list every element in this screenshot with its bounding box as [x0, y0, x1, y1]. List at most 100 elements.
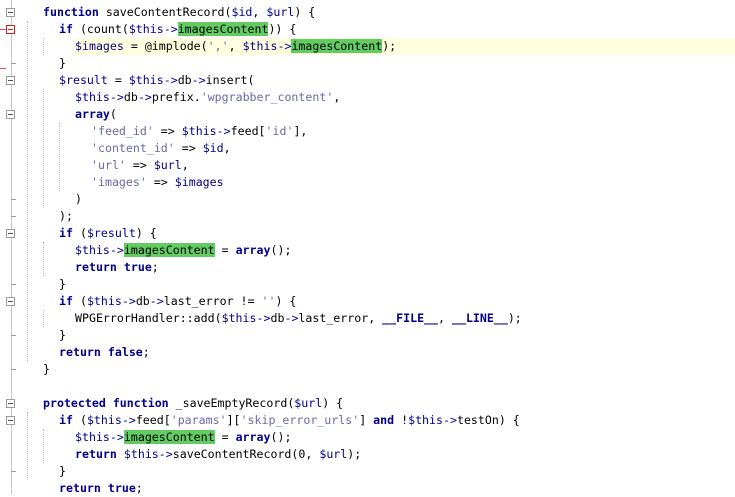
code-line[interactable]: 'url' => $url, — [91, 157, 189, 174]
code-line[interactable]: ) — [75, 191, 82, 208]
code-line[interactable]: $this->imagesContent = array(); — [75, 242, 291, 259]
code-line[interactable]: if ($this->feed['params']['skip_error_ur… — [59, 412, 520, 429]
code-token: -> — [216, 124, 231, 138]
code-line[interactable]: } — [59, 327, 66, 344]
code-line[interactable]: } — [43, 361, 50, 378]
code-token: = — [214, 243, 236, 257]
code-token: $this — [75, 430, 110, 444]
code-token: return — [75, 260, 117, 274]
code-token: $this — [123, 447, 159, 461]
code-token: ; — [135, 481, 143, 495]
code-line[interactable]: return true; — [59, 480, 143, 497]
code-token: true — [107, 481, 136, 495]
code-line[interactable]: } — [59, 55, 66, 72]
code-token: ( — [72, 413, 87, 427]
code-line[interactable]: WPGErrorHandler::add($this->db->last_err… — [75, 310, 522, 327]
code-token: ); — [382, 39, 397, 53]
code-line[interactable]: if ($result) { — [59, 225, 157, 242]
fold-toggle-icon[interactable] — [6, 399, 15, 408]
fold-toggle-icon[interactable] — [6, 297, 15, 306]
code-token: saveContentRecord( — [98, 5, 232, 19]
fold-toggle-icon[interactable] — [6, 416, 15, 425]
code-token: $id — [202, 141, 224, 155]
code-token: if — [59, 294, 73, 308]
fold-end-marker — [11, 216, 16, 217]
code-line[interactable]: 'images' => $images — [91, 174, 224, 191]
code-token: , — [333, 90, 341, 104]
fold-toggle-icon[interactable] — [6, 110, 15, 119]
code-token: feed[ — [230, 124, 266, 138]
code-token: ; — [142, 345, 150, 359]
code-token: false — [107, 345, 143, 359]
code-token: return — [75, 447, 117, 461]
code-token: = — [107, 73, 129, 87]
code-token: $result — [86, 226, 136, 240]
code-editor[interactable]: function saveContentRecord($id, $url) {i… — [18, 0, 735, 495]
code-token: } — [59, 56, 66, 70]
fold-end-marker — [11, 335, 16, 336]
code-token: -> — [109, 90, 124, 104]
fold-end-marker — [11, 471, 16, 472]
code-token: -> — [163, 73, 178, 87]
code-token: protected — [43, 396, 106, 410]
code-line[interactable]: $result = $this->db->insert( — [59, 72, 255, 89]
code-token: $this — [86, 413, 122, 427]
code-token: } — [59, 277, 66, 291]
fold-toggle-icon[interactable] — [6, 229, 15, 238]
code-token: ], — [293, 124, 308, 138]
code-token: 'images' — [91, 175, 147, 189]
code-token: -> — [443, 413, 457, 427]
fold-toggle-icon[interactable] — [6, 76, 15, 85]
code-line[interactable]: $this->db->prefix.'wpgrabber_content', — [75, 89, 340, 106]
fold-end-marker — [11, 199, 16, 200]
code-token: $url — [266, 5, 295, 19]
fold-toggle-icon[interactable] — [6, 8, 15, 17]
code-line[interactable]: if ($this->db->last_error != '') { — [59, 293, 296, 310]
code-token: ! — [394, 413, 409, 427]
code-token: return — [59, 345, 101, 359]
code-line[interactable]: function saveContentRecord($id, $url) { — [43, 4, 315, 21]
code-token: last_error != — [163, 294, 262, 308]
code-line[interactable]: $this->imagesContent = array(); — [75, 429, 291, 446]
code-token: _saveEmptyRecord( — [168, 396, 295, 410]
code-token: -> — [163, 22, 178, 36]
fold-end-marker — [11, 63, 16, 64]
code-token: ',' — [207, 39, 229, 53]
code-line[interactable]: protected function _saveEmptyRecord($url… — [43, 395, 343, 412]
code-token: ) — [75, 192, 82, 206]
code-token: ] — [359, 413, 374, 427]
code-line[interactable]: return false; — [59, 344, 150, 361]
code-token: => — [153, 124, 182, 138]
highlighted-token: imagesContent — [291, 39, 383, 53]
code-token: -> — [109, 243, 124, 257]
code-token: prefix. — [151, 90, 201, 104]
fold-toggle-icon[interactable] — [6, 25, 15, 34]
fold-end-marker — [11, 284, 16, 285]
code-line[interactable]: array( — [75, 106, 117, 123]
code-token: db — [135, 294, 150, 308]
code-token: => — [174, 141, 203, 155]
code-token: ) { — [294, 5, 316, 19]
code-line[interactable]: if (count($this->imagesContent)) { — [59, 21, 296, 38]
code-line[interactable]: return true; — [75, 259, 159, 276]
code-token: db — [177, 73, 192, 87]
code-line[interactable]: } — [59, 463, 66, 480]
code-token: $this — [408, 413, 443, 427]
code-token: 'params' — [170, 413, 227, 427]
code-token: $this — [221, 311, 257, 325]
code-line[interactable]: 'feed_id' => $this->feed['id'], — [91, 123, 307, 140]
change-marker — [0, 29, 6, 30]
code-line[interactable]: return $this->saveContentRecord(0, $url)… — [75, 446, 361, 463]
code-token: $this — [128, 73, 164, 87]
code-line[interactable]: } — [59, 276, 66, 293]
code-token: $url — [153, 158, 182, 172]
code-line[interactable]: 'content_id' => $id, — [91, 140, 231, 157]
code-token: ); — [347, 447, 362, 461]
code-line[interactable]: ); — [59, 208, 73, 225]
code-line[interactable]: $images = @implode(',', $this->imagesCon… — [75, 38, 735, 55]
code-token: => — [146, 175, 175, 189]
code-token: $this — [128, 22, 164, 36]
